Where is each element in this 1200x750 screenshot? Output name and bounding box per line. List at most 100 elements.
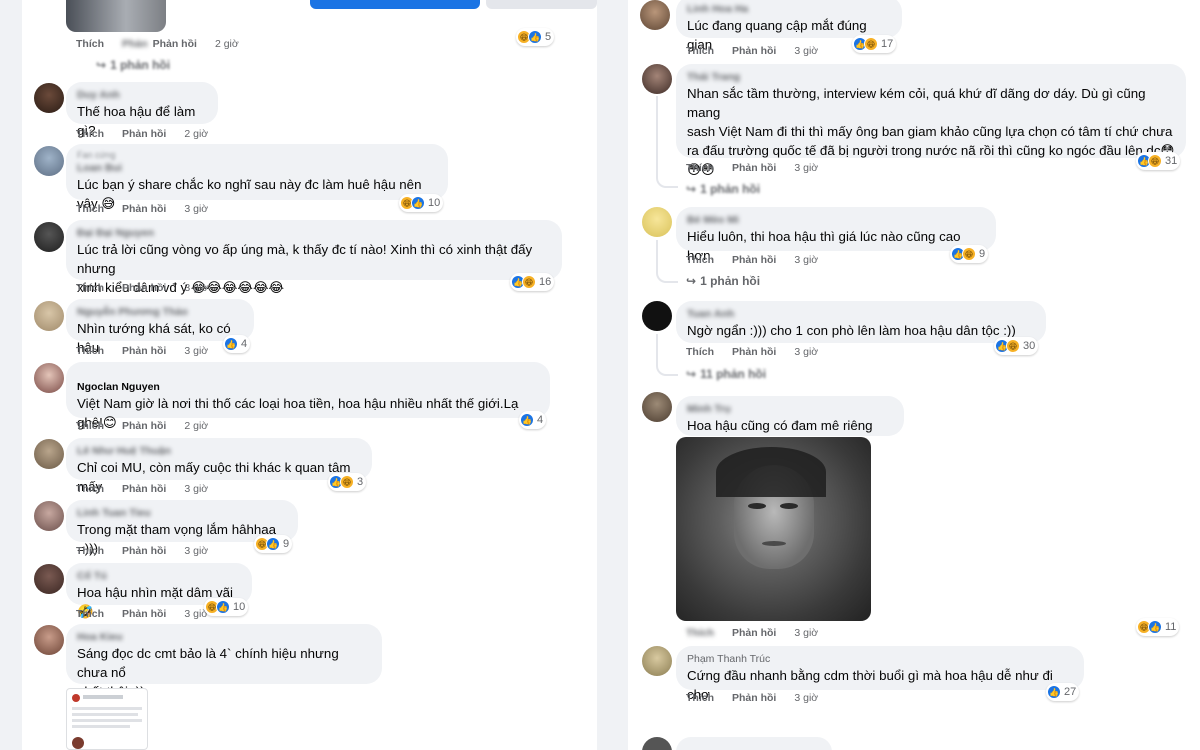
reply-link[interactable]: Phản hồi bbox=[122, 608, 166, 620]
reply-link[interactable]: Phản hồi bbox=[122, 483, 166, 495]
comment-time[interactable]: 3 giờ bbox=[184, 203, 208, 215]
reply-link[interactable]: Phản hồi bbox=[153, 38, 197, 50]
comment-author[interactable]: Đại Đại Nguyen bbox=[77, 226, 551, 240]
comment-author[interactable]: Ngoclan Nguyen bbox=[77, 380, 539, 394]
avatar[interactable] bbox=[642, 64, 672, 94]
reply-link[interactable]: Phản hồi bbox=[732, 45, 776, 57]
like-link[interactable]: Thích bbox=[76, 545, 104, 557]
reaction-count[interactable]: 👍 😆 3 bbox=[328, 473, 367, 491]
reply-link[interactable]: Phản hồi bbox=[732, 346, 776, 358]
view-replies[interactable]: ↪ 1 phản hồi bbox=[96, 58, 170, 72]
reaction-count[interactable]: 😆 👍 9 bbox=[254, 535, 293, 553]
comment-time[interactable]: 3 giờ bbox=[794, 692, 818, 704]
comment-author[interactable]: Bé Mèo Mi bbox=[687, 213, 985, 227]
avatar[interactable] bbox=[34, 146, 64, 176]
avatar[interactable] bbox=[34, 439, 64, 469]
avatar[interactable] bbox=[642, 207, 672, 237]
reaction-count[interactable]: 😆 👍 10 bbox=[399, 194, 444, 212]
reply-link[interactable]: Phản hồi bbox=[122, 203, 166, 215]
comment-author[interactable]: Nguyễn Phương Thảo bbox=[77, 305, 243, 319]
reaction-count[interactable]: 😆 👍 5 bbox=[516, 28, 555, 46]
thread-line bbox=[656, 334, 678, 376]
comment-time[interactable]: 3 giờ bbox=[184, 545, 208, 557]
comment-bubble: Lê Như Huệ Thuận Chỉ coi MU, còn mấy cuộ… bbox=[66, 438, 372, 494]
reply-link[interactable]: Phản hồi bbox=[732, 692, 776, 704]
reaction-count[interactable]: 👍 4 bbox=[519, 411, 547, 429]
attached-image[interactable] bbox=[676, 437, 871, 621]
comment-author[interactable]: Duy Anh bbox=[77, 88, 207, 102]
view-replies[interactable]: ↪ 1 phản hồi bbox=[686, 274, 760, 288]
comment-time[interactable]: 3 giờ bbox=[794, 346, 818, 358]
reaction-count[interactable]: 👍 4 bbox=[223, 335, 251, 353]
comment-author[interactable]: Hoa Kieu bbox=[77, 630, 371, 644]
comment-time[interactable]: 2 giờ bbox=[215, 38, 239, 50]
reaction-count[interactable]: 😆 👍 11 bbox=[1136, 618, 1180, 636]
comment-time[interactable]: 3 giờ bbox=[794, 254, 818, 266]
avatar[interactable] bbox=[640, 0, 670, 30]
avatar[interactable] bbox=[34, 363, 64, 393]
comment-time[interactable]: 3 giờ bbox=[184, 282, 208, 294]
comment-author[interactable]: Cổ Tú bbox=[77, 569, 241, 583]
like-link-blurred[interactable]: Thích bbox=[686, 627, 714, 639]
comment-author[interactable]: Minh Trụ bbox=[687, 402, 893, 416]
attached-screenshot[interactable] bbox=[66, 688, 148, 750]
attached-image[interactable] bbox=[66, 0, 166, 32]
avatar[interactable] bbox=[642, 737, 672, 750]
comment-time[interactable]: 3 giờ bbox=[184, 345, 208, 357]
avatar[interactable] bbox=[34, 301, 64, 331]
like-link[interactable]: Thích bbox=[76, 38, 104, 50]
reply-link[interactable]: Phản hồi bbox=[122, 128, 166, 140]
avatar[interactable] bbox=[34, 501, 64, 531]
avatar[interactable] bbox=[642, 301, 672, 331]
comment-time[interactable]: 3 giờ bbox=[794, 627, 818, 639]
reaction-count[interactable]: 👍 😆 16 bbox=[510, 273, 555, 291]
comment-time[interactable]: 3 giờ bbox=[184, 483, 208, 495]
reaction-count[interactable]: 👍 😆 30 bbox=[994, 337, 1039, 355]
like-link[interactable]: Thích bbox=[686, 254, 714, 266]
like-link[interactable]: Thích bbox=[76, 203, 104, 215]
reaction-count[interactable]: 👍 27 bbox=[1046, 683, 1080, 701]
comment-author[interactable]: Phạm Thanh Trúc bbox=[687, 652, 1073, 666]
comment-author[interactable]: Linh Tuan Tieu bbox=[77, 506, 287, 520]
comment-time[interactable]: 3 giờ bbox=[794, 162, 818, 174]
top-secondary-button[interactable] bbox=[486, 0, 597, 9]
like-link[interactable]: Thích bbox=[76, 420, 104, 432]
like-link[interactable]: Thích bbox=[76, 282, 104, 294]
avatar[interactable] bbox=[34, 83, 64, 113]
reaction-count[interactable]: 😆 👍 10 bbox=[204, 598, 249, 616]
avatar[interactable] bbox=[34, 564, 64, 594]
reply-link[interactable]: Phản hồi bbox=[732, 162, 776, 174]
reply-link[interactable]: Phản hồi bbox=[732, 254, 776, 266]
like-link[interactable]: Thích bbox=[686, 162, 714, 174]
like-link[interactable]: Thích bbox=[76, 345, 104, 357]
reply-link[interactable]: Phản hồi bbox=[122, 545, 166, 557]
reaction-count[interactable]: 👍 😆 31 bbox=[1136, 152, 1181, 170]
reply-link[interactable]: Phản hồi bbox=[122, 345, 166, 357]
comment-author[interactable]: Loan Bui bbox=[77, 161, 437, 175]
comment-author[interactable]: Linh Hoa Ha bbox=[687, 2, 891, 16]
like-link[interactable]: Thích bbox=[686, 692, 714, 704]
reaction-count[interactable]: 👍 😆 17 bbox=[852, 35, 897, 53]
reply-link[interactable]: Phản hồi bbox=[122, 282, 166, 294]
like-link[interactable]: Thích bbox=[686, 45, 714, 57]
avatar[interactable] bbox=[34, 625, 64, 655]
avatar[interactable] bbox=[642, 392, 672, 422]
comment-author[interactable]: Tuan Anh bbox=[687, 307, 1035, 321]
like-link[interactable]: Thích bbox=[76, 608, 104, 620]
top-primary-button[interactable] bbox=[310, 0, 480, 9]
reaction-count[interactable]: 👍 😆 9 bbox=[950, 245, 989, 263]
like-link[interactable]: Thích bbox=[76, 128, 104, 140]
comment-time[interactable]: 2 giờ bbox=[184, 420, 208, 432]
comment-time[interactable]: 3 giờ bbox=[794, 45, 818, 57]
like-link[interactable]: Thích bbox=[76, 483, 104, 495]
comment-time[interactable]: 2 giờ bbox=[184, 128, 208, 140]
view-replies[interactable]: ↪ 1 phản hồi bbox=[686, 182, 760, 196]
comment-author[interactable]: Thái Trang bbox=[687, 70, 1175, 84]
comment-author[interactable]: Lê Như Huệ Thuận bbox=[77, 444, 361, 458]
reply-link[interactable]: Phản hồi bbox=[122, 420, 166, 432]
like-link[interactable]: Thích bbox=[686, 346, 714, 358]
view-replies[interactable]: ↪ 11 phản hồi bbox=[686, 367, 766, 381]
avatar[interactable] bbox=[34, 222, 64, 252]
reply-link[interactable]: Phản hồi bbox=[732, 627, 776, 639]
avatar[interactable] bbox=[642, 646, 672, 676]
